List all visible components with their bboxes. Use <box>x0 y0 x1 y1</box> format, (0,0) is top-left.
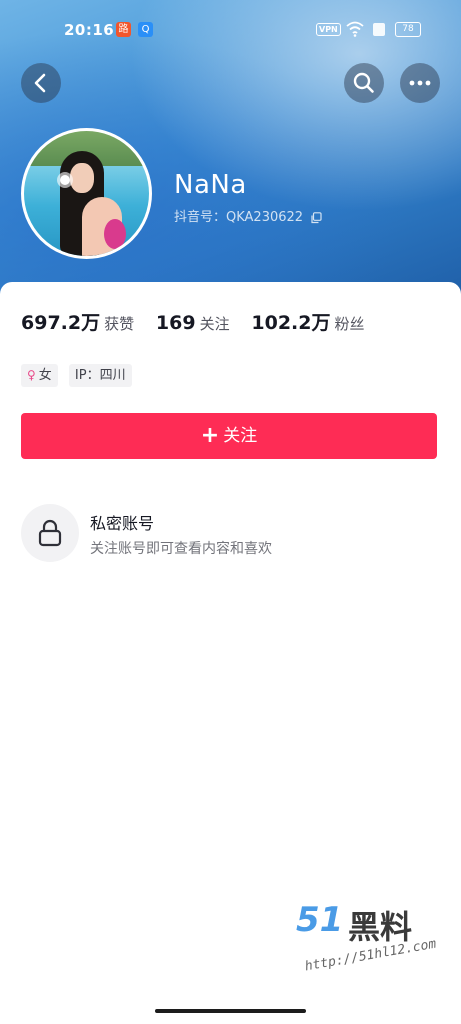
profile-header: 20:16 路 Q VPN 78 NaNa 抖音号：QKA230622 <box>0 0 461 300</box>
watermark-logo: 51 <box>296 900 344 940</box>
avatar-swimsuit <box>104 219 126 249</box>
search-icon <box>353 72 374 93</box>
vpn-indicator: VPN <box>316 23 341 36</box>
stat-likes[interactable]: 697.2万 获赞 <box>21 308 134 335</box>
gender-label: 女 <box>38 368 52 383</box>
app-notification-icon: 路 <box>116 22 131 37</box>
private-account-notice: 私密账号 关注账号即可查看内容和喜欢 <box>21 504 441 564</box>
douyin-id-text: 抖音号：QKA230622 <box>174 210 304 225</box>
stat-following[interactable]: 169 关注 <box>156 312 230 334</box>
stats-row: 697.2万 获赞 169 关注 102.2万 粉丝 <box>21 308 382 335</box>
stat-likes-value: 697.2万 <box>21 312 101 334</box>
more-dots-icon <box>409 80 431 86</box>
battery-indicator: 78 <box>395 22 421 37</box>
plus-icon: + <box>200 423 220 448</box>
stat-following-value: 169 <box>155 312 196 334</box>
female-icon: ♀ <box>27 368 36 382</box>
follow-button-label: 关注 <box>223 426 258 446</box>
search-app-notification-icon: Q <box>138 22 153 37</box>
avatar-flower <box>60 175 70 185</box>
private-account-title: 私密账号 <box>90 514 155 533</box>
status-time: 20:16 <box>64 21 115 39</box>
sim-icon <box>373 23 385 36</box>
wifi-icon <box>346 21 364 37</box>
avatar[interactable] <box>21 128 152 259</box>
site-watermark: 51 黑料 http://51hl12.com <box>296 900 446 992</box>
avatar-face <box>70 163 94 193</box>
stat-following-label: 关注 <box>199 315 230 333</box>
private-account-description: 关注账号即可查看内容和喜欢 <box>90 541 272 557</box>
more-button[interactable] <box>400 63 440 103</box>
status-bar: 20:16 路 Q VPN 78 <box>0 18 461 44</box>
search-button[interactable] <box>344 63 384 103</box>
stat-followers-value: 102.2万 <box>251 312 331 334</box>
stat-followers-label: 粉丝 <box>334 315 365 333</box>
lock-badge <box>21 504 79 562</box>
chevron-left-icon <box>34 73 46 93</box>
username: NaNa <box>174 170 247 200</box>
stat-likes-label: 获赞 <box>104 315 135 333</box>
lock-icon <box>38 519 62 547</box>
back-button[interactable] <box>21 63 61 103</box>
stat-followers[interactable]: 102.2万 粉丝 <box>251 308 364 335</box>
home-indicator[interactable] <box>155 1009 306 1013</box>
profile-tags: ♀ 女 IP：四川 <box>21 364 138 387</box>
ip-location-tag: IP：四川 <box>68 364 132 387</box>
douyin-id[interactable]: 抖音号：QKA230622 <box>174 206 322 225</box>
follow-button[interactable]: + 关注 <box>21 413 437 459</box>
gender-tag: ♀ 女 <box>21 364 58 387</box>
copy-icon[interactable] <box>310 211 322 224</box>
